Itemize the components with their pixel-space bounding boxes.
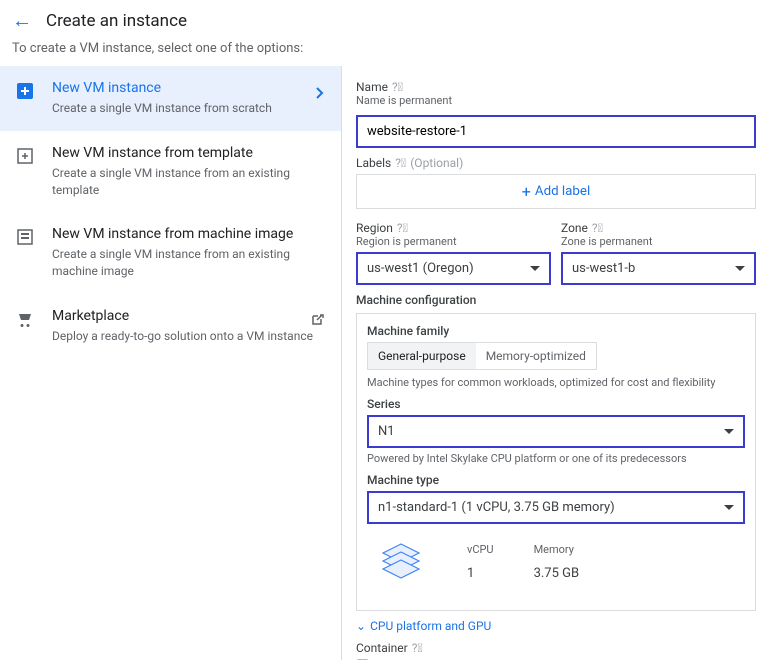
template-icon xyxy=(14,145,36,167)
region-label: Region?⃝ xyxy=(356,221,551,235)
page-title: Create an instance xyxy=(46,11,187,31)
labels-label: Labels?⃝(Optional) xyxy=(356,156,756,170)
tab-general-purpose[interactable]: General-purpose xyxy=(368,343,476,369)
dropdown-icon xyxy=(724,429,734,434)
help-icon[interactable]: ?⃝ xyxy=(592,221,603,235)
sidebar-item-desc: Create a single VM instance from scratch xyxy=(52,100,272,117)
sidebar-item-desc: Create a single VM instance from an exis… xyxy=(52,246,327,280)
help-icon[interactable]: ?⃝ xyxy=(395,156,406,170)
add-label-button[interactable]: +Add label xyxy=(356,174,756,209)
sidebar-item-title: Marketplace xyxy=(52,308,313,324)
chevron-right-icon xyxy=(315,86,325,104)
zone-label: Zone?⃝ xyxy=(561,221,756,235)
dropdown-icon xyxy=(724,505,734,510)
sidebar-item-new-vm[interactable]: New VM instance Create a single VM instan… xyxy=(0,66,341,131)
machine-image-icon xyxy=(14,226,36,248)
vcpu-label: vCPU xyxy=(467,543,494,556)
tab-memory-optimized[interactable]: Memory-optimized xyxy=(476,343,596,369)
machine-type-label: Machine type xyxy=(367,473,745,487)
name-input[interactable] xyxy=(356,115,756,148)
dropdown-icon xyxy=(530,266,540,271)
page-subtitle: To create a VM instance, select one of t… xyxy=(0,41,770,66)
help-icon[interactable]: ?⃝ xyxy=(397,221,408,235)
memory-value: 3.75 GB xyxy=(534,566,580,581)
series-label: Series xyxy=(367,397,745,411)
zone-hint: Zone is permanent xyxy=(561,235,756,248)
external-link-icon xyxy=(309,312,325,332)
sidebar-item-desc: Create a single VM instance from an exis… xyxy=(52,165,327,199)
sidebar-item-machine-image[interactable]: New VM instance from machine image Create… xyxy=(0,212,341,294)
machine-type-select[interactable]: n1-standard-1 (1 vCPU, 3.75 GB memory) xyxy=(367,491,745,524)
zone-select[interactable]: us-west1-b xyxy=(561,252,756,285)
sidebar-item-marketplace[interactable]: Marketplace Deploy a ready-to-go solution… xyxy=(0,294,341,359)
help-icon[interactable]: ?⃝ xyxy=(412,641,423,655)
back-arrow-icon[interactable]: ← xyxy=(12,8,32,33)
vcpu-value: 1 xyxy=(467,566,494,581)
sidebar-item-title: New VM instance from template xyxy=(52,145,327,161)
plus-box-icon xyxy=(14,80,36,102)
sidebar-item-title: New VM instance xyxy=(52,80,272,96)
container-label: Container?⃝ xyxy=(356,641,756,655)
sidebar: New VM instance Create a single VM instan… xyxy=(0,66,342,660)
family-desc: Machine types for common workloads, opti… xyxy=(367,376,745,389)
machine-config-title: Machine configuration xyxy=(356,293,756,307)
memory-label: Memory xyxy=(534,543,580,556)
machine-config-box: Machine family General-purpose Memory-op… xyxy=(356,313,756,611)
machine-icon xyxy=(375,536,427,588)
form-panel: Name?⃝ Name is permanent Labels?⃝(Option… xyxy=(342,66,770,660)
region-hint: Region is permanent xyxy=(356,235,551,248)
cart-icon xyxy=(14,308,36,330)
series-select[interactable]: N1 xyxy=(367,415,745,448)
series-desc: Powered by Intel Skylake CPU platform or… xyxy=(367,452,745,465)
name-hint: Name is permanent xyxy=(356,94,756,107)
sidebar-item-title: New VM instance from machine image xyxy=(52,226,327,242)
machine-family-label: Machine family xyxy=(367,324,745,338)
name-label: Name?⃝ xyxy=(356,80,756,94)
sidebar-item-template[interactable]: New VM instance from template Create a si… xyxy=(0,131,341,213)
help-icon[interactable]: ?⃝ xyxy=(392,80,403,94)
machine-family-tabs: General-purpose Memory-optimized xyxy=(367,342,597,370)
region-select[interactable]: us-west1 (Oregon) xyxy=(356,252,551,285)
dropdown-icon xyxy=(735,266,745,271)
sidebar-item-desc: Deploy a ready-to-go solution onto a VM … xyxy=(52,328,313,345)
